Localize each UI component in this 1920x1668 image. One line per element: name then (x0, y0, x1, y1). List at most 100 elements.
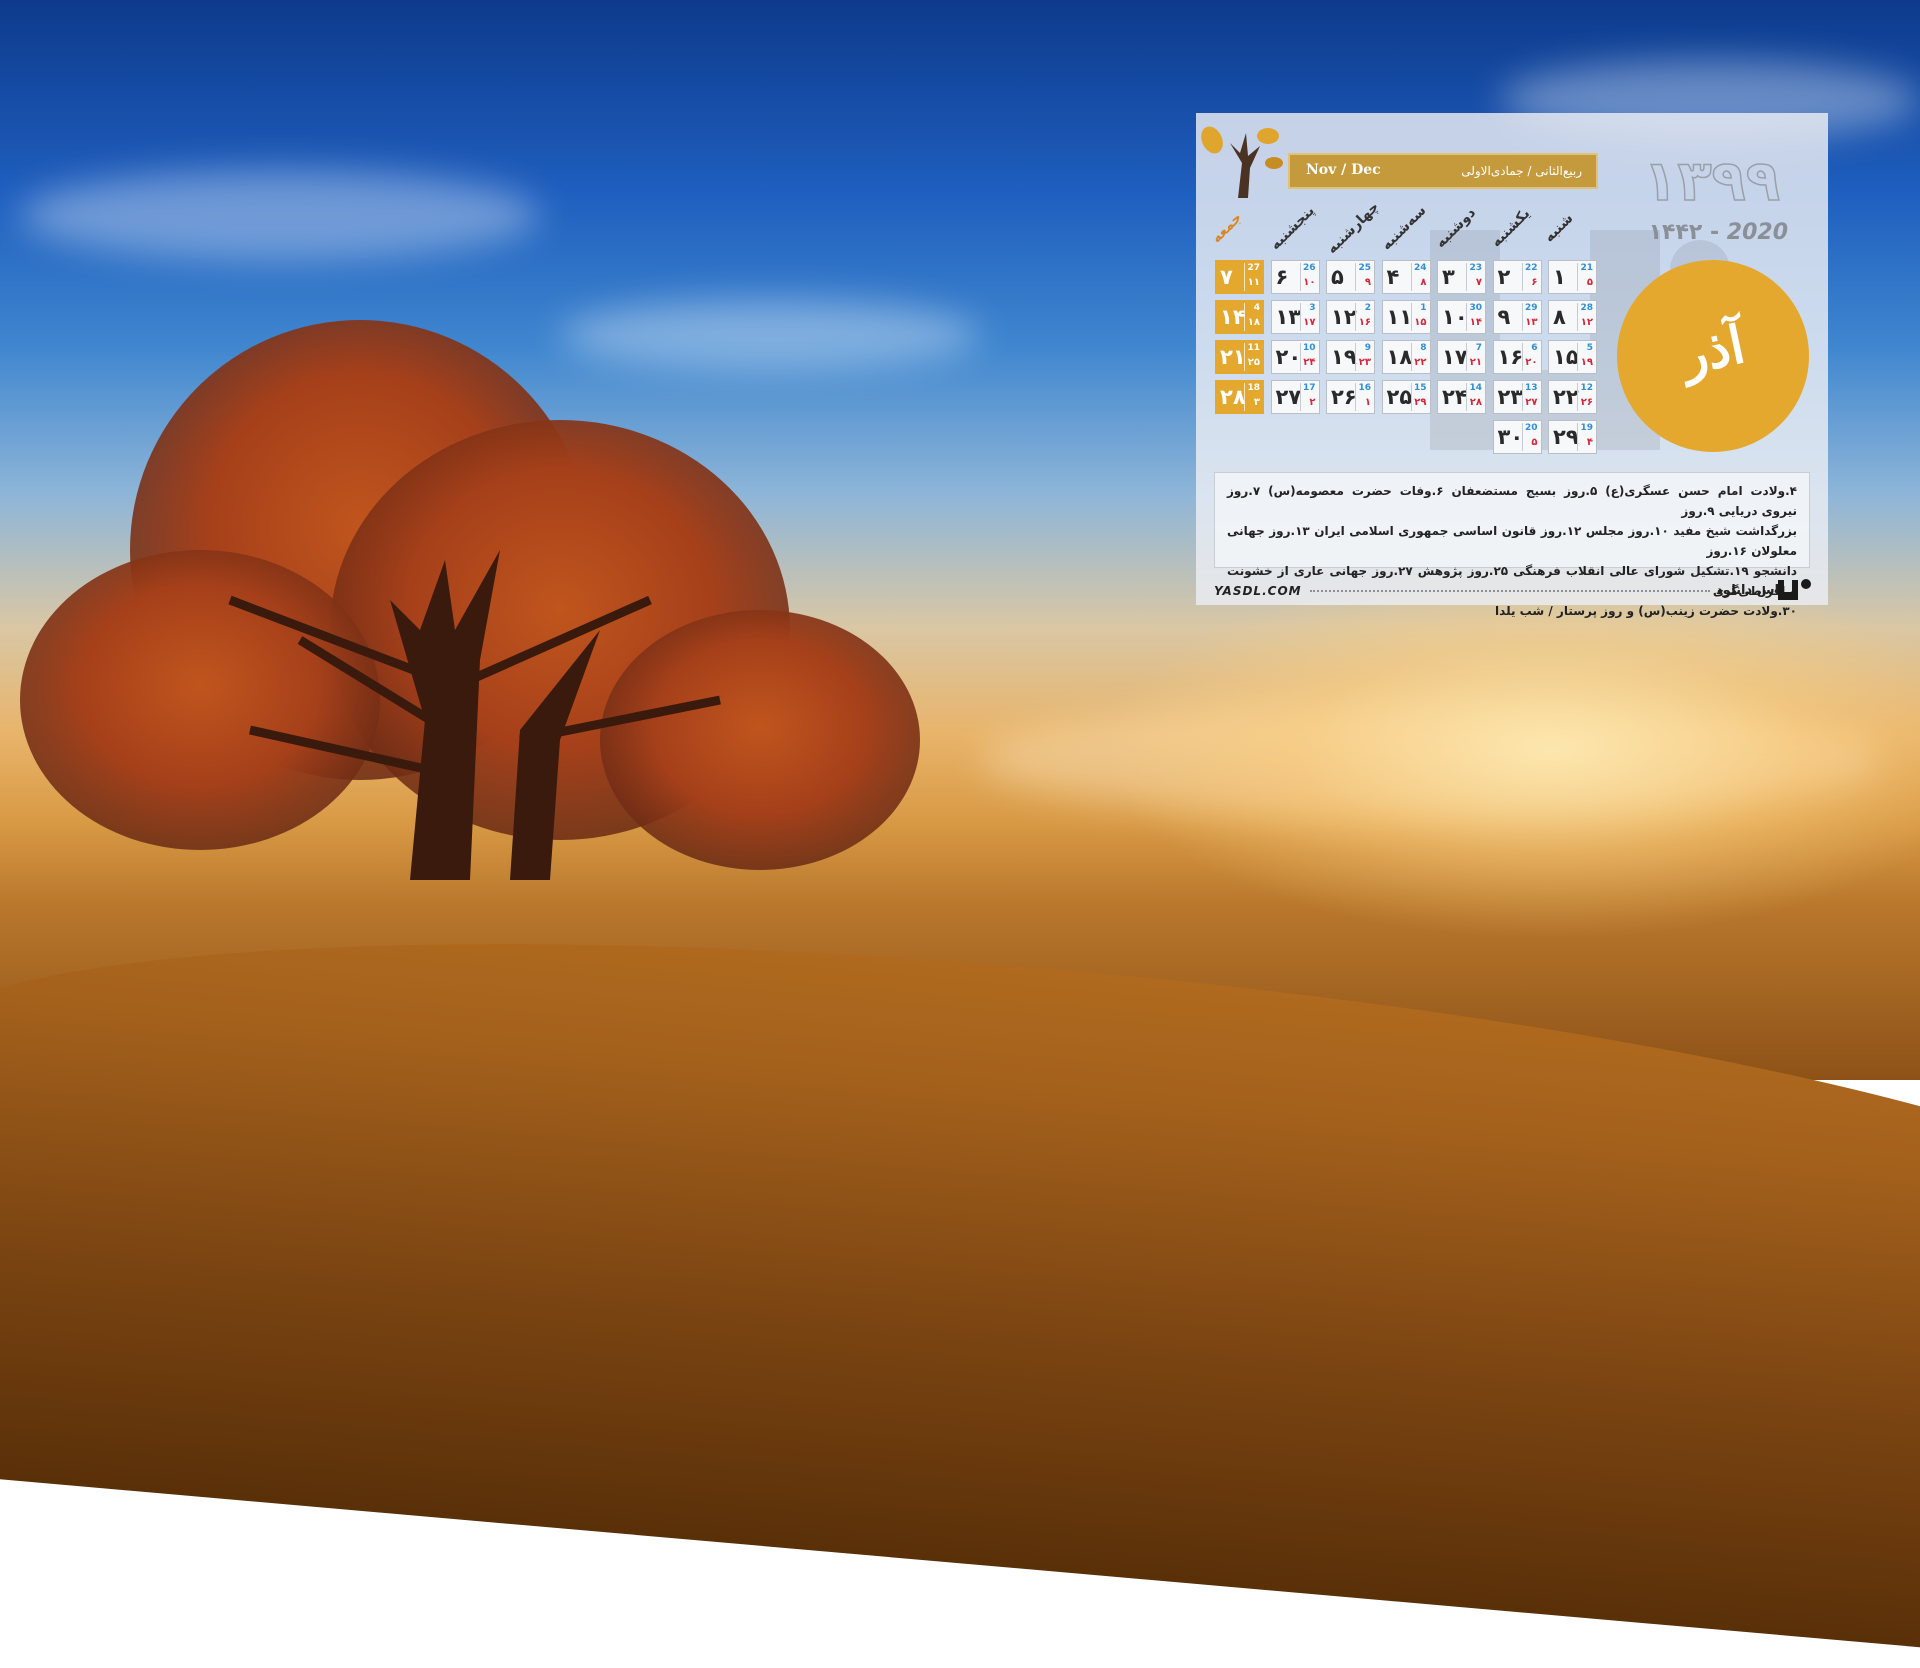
autumn-tree-icon (1201, 126, 1283, 198)
gregorian-day: 21 (1580, 263, 1593, 273)
secondary-dates: 29 ۱۳ (1521, 303, 1538, 331)
gregorian-day: 5 (1586, 343, 1593, 353)
persian-day-number: ۱۳ (1275, 305, 1302, 329)
event-line: دانشجو ۱۹.تشکیل شورای عالی انقلاب فرهنگی… (1227, 564, 1797, 598)
footer-brand-name: یاس دانلود (1716, 583, 1785, 598)
secondary-dates: 14 ۲۸ (1466, 383, 1482, 411)
day-cell: ۲۲ 12 ۲۶ (1548, 380, 1597, 414)
persian-day-number: ۱۲ (1331, 305, 1357, 329)
secondary-dates: 2 ۱۶ (1355, 303, 1371, 331)
day-cell: ۵ 25 ۹ (1326, 260, 1375, 294)
persian-day-number: ۹ (1497, 305, 1511, 329)
hijri-day: ۲۹ (1414, 397, 1427, 408)
secondary-dates: 15 ۲۹ (1410, 383, 1427, 411)
gregorian-day: 10 (1302, 343, 1316, 353)
day-cell: ۱ 21 ۵ (1548, 260, 1597, 294)
gregorian-day: 4 (1253, 303, 1260, 313)
gregorian-day: 13 (1524, 383, 1538, 393)
persian-day-number: ۵ (1331, 265, 1344, 289)
secondary-dates: 19 ۴ (1577, 423, 1593, 451)
secondary-dates: 24 ۸ (1410, 263, 1427, 291)
hijri-day: ۵ (1586, 277, 1593, 288)
hijri-day: ۱۳ (1525, 317, 1538, 328)
persian-day-number: ۲۰ (1275, 345, 1302, 369)
hijri-day: ۱۴ (1469, 317, 1482, 328)
hijri-day: ۱۱ (1247, 277, 1260, 288)
day-cell: ۸ 28 ۱۲ (1548, 300, 1597, 334)
hijri-day: ۴ (1586, 437, 1593, 448)
secondary-dates: 27 ۱۱ (1244, 263, 1260, 291)
gregorian-day: 8 (1420, 343, 1427, 353)
year-hijri: ۱۴۴۲ (1648, 220, 1703, 245)
day-cell: ۷ 27 ۱۱ (1215, 260, 1264, 294)
persian-day-number: ۲۳ (1497, 385, 1524, 409)
secondary-dates: 25 ۹ (1355, 263, 1371, 291)
secondary-dates: 23 ۷ (1466, 263, 1482, 291)
gregorian-day: 17 (1302, 383, 1316, 393)
gregorian-day: 25 (1358, 263, 1371, 273)
secondary-dates: 18 ۳ (1244, 383, 1260, 411)
day-cell: ۴ 24 ۸ (1381, 260, 1431, 294)
day-cell: ۱۳ 3 ۱۷ (1270, 300, 1320, 334)
persian-day-number: ۳۰ (1497, 425, 1524, 449)
day-cell: ۱۴ 4 ۱۸ (1215, 300, 1264, 334)
secondary-dates: 6 ۲۰ (1521, 343, 1538, 371)
secondary-dates: 30 ۱۴ (1466, 303, 1482, 331)
hijri-day: ۶ (1531, 277, 1538, 288)
hijri-day: ۲۷ (1525, 397, 1538, 408)
secondary-dates: 7 ۲۱ (1466, 343, 1482, 371)
hijri-day: ۲۱ (1469, 357, 1482, 368)
gregorian-day: 20 (1524, 423, 1538, 433)
gregorian-months-label: Nov / Dec (1306, 162, 1381, 178)
secondary-dates: 4 ۱۸ (1244, 303, 1260, 331)
event-line: ۳۰.ولادت حضرت زینب(س) و روز پرستار / شب … (1495, 604, 1797, 618)
day-cell: ۱۲ 2 ۱۶ (1326, 300, 1375, 334)
day-cell: ۲۹ 19 ۴ (1548, 420, 1597, 454)
persian-day-number: ۲۲ (1553, 385, 1579, 409)
persian-day-number: ۷ (1220, 265, 1233, 289)
hijri-day: ۳ (1253, 397, 1260, 408)
secondary-dates: 13 ۲۷ (1521, 383, 1538, 411)
gregorian-day: 23 (1469, 263, 1482, 273)
gregorian-day: 7 (1475, 343, 1482, 353)
day-cell: ۱۷ 7 ۲۱ (1437, 340, 1486, 374)
hijri-day: ۱۹ (1580, 357, 1593, 368)
gregorian-day: 24 (1413, 263, 1427, 273)
secondary-dates: 5 ۱۹ (1577, 343, 1593, 371)
secondary-dates: 21 ۵ (1577, 263, 1593, 291)
persian-day-number: ۱ (1553, 265, 1566, 289)
persian-day-number: ۸ (1553, 305, 1566, 329)
year-persian-text: ۱۳۹۹ (1643, 149, 1780, 210)
gregorian-day: 1 (1420, 303, 1427, 313)
persian-day-number: ۲۶ (1331, 385, 1357, 409)
day-cell: ۲۵ 15 ۲۹ (1381, 380, 1431, 414)
day-cell: ۲ 22 ۶ (1492, 260, 1542, 294)
day-cell: ۱۵ 5 ۱۹ (1548, 340, 1597, 374)
persian-day-number: ۲ (1497, 265, 1511, 289)
secondary-dates: 8 ۲۲ (1410, 343, 1427, 371)
month-banner: Nov / Dec ربیع‌الثانی / جمادی‌الاولی (1288, 153, 1598, 189)
day-cell: ۲۳ 13 ۲۷ (1492, 380, 1542, 414)
secondary-dates: 11 ۲۵ (1244, 343, 1260, 371)
secondary-dates: 20 ۵ (1521, 423, 1538, 451)
day-cell: ۲۷ 17 ۲ (1270, 380, 1320, 414)
event-line: ۴.ولادت امام حسن عسگری(ع) ۵.روز بسیج مست… (1227, 484, 1797, 518)
secondary-dates: 26 ۱۰ (1299, 263, 1316, 291)
hijri-day: ۱۵ (1414, 317, 1427, 328)
secondary-dates: 10 ۲۴ (1299, 343, 1316, 371)
persian-day-number: ۱۸ (1386, 345, 1413, 369)
hijri-day: ۵ (1531, 437, 1538, 448)
persian-day-number: ۲۱ (1220, 345, 1246, 369)
day-cell: ۱۸ 8 ۲۲ (1381, 340, 1431, 374)
gregorian-day: 30 (1469, 303, 1482, 313)
day-cell: ۱۶ 6 ۲۰ (1492, 340, 1542, 374)
hijri-day: ۲ (1309, 397, 1316, 408)
gregorian-day: 6 (1531, 343, 1538, 353)
day-cell: ۲۶ 16 ۱ (1326, 380, 1375, 414)
hijri-day: ۱۲ (1580, 317, 1593, 328)
yasdl-logo-icon (1778, 579, 1811, 600)
year-gregorian: 2020 (1726, 220, 1788, 245)
gregorian-day: 12 (1580, 383, 1593, 393)
persian-day-number: ۶ (1275, 265, 1289, 289)
secondary-dates: 28 ۱۲ (1577, 303, 1593, 331)
